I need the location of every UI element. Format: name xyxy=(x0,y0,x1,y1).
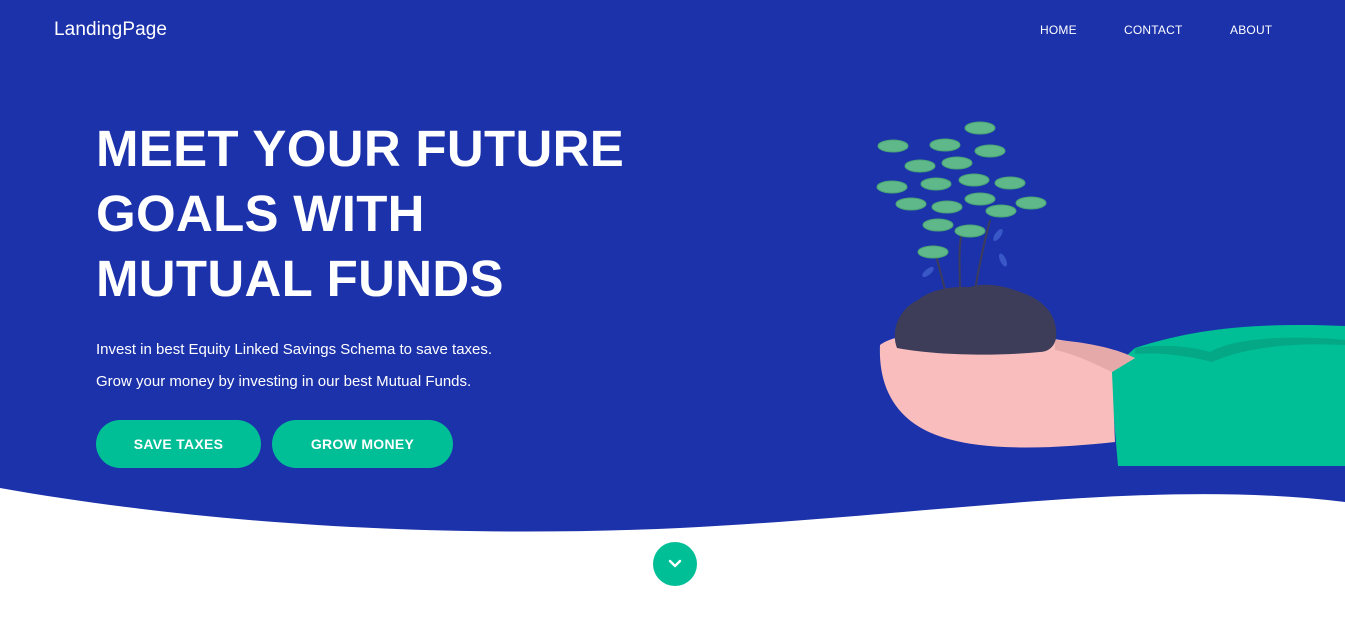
nav-link-about[interactable]: ABOUT xyxy=(1230,23,1272,37)
hero-subtext-1: Invest in best Equity Linked Savings Sch… xyxy=(96,341,493,358)
soil-mound xyxy=(894,284,1057,355)
main-nav: HOME CONTACT ABOUT xyxy=(0,23,1345,43)
hero-subtext-2: Grow your money by investing in our best… xyxy=(96,373,472,390)
scroll-down-button[interactable] xyxy=(653,542,697,586)
chevron-down-icon xyxy=(668,559,682,568)
hero-headline: MEET YOUR FUTURE GOALS WITH MUTUAL FUNDS xyxy=(96,116,716,311)
nav-link-home[interactable]: HOME xyxy=(1040,23,1077,37)
grow-money-button[interactable]: GROW MONEY xyxy=(272,420,453,468)
headline-line-2: GOALS WITH xyxy=(96,185,425,242)
plant-in-hand-illustration xyxy=(876,121,1345,466)
headline-line-3: MUTUAL FUNDS xyxy=(96,250,504,307)
nav-link-contact[interactable]: CONTACT xyxy=(1124,23,1183,37)
save-taxes-button[interactable]: SAVE TAXES xyxy=(96,420,261,468)
headline-line-1: MEET YOUR FUTURE xyxy=(96,120,625,177)
